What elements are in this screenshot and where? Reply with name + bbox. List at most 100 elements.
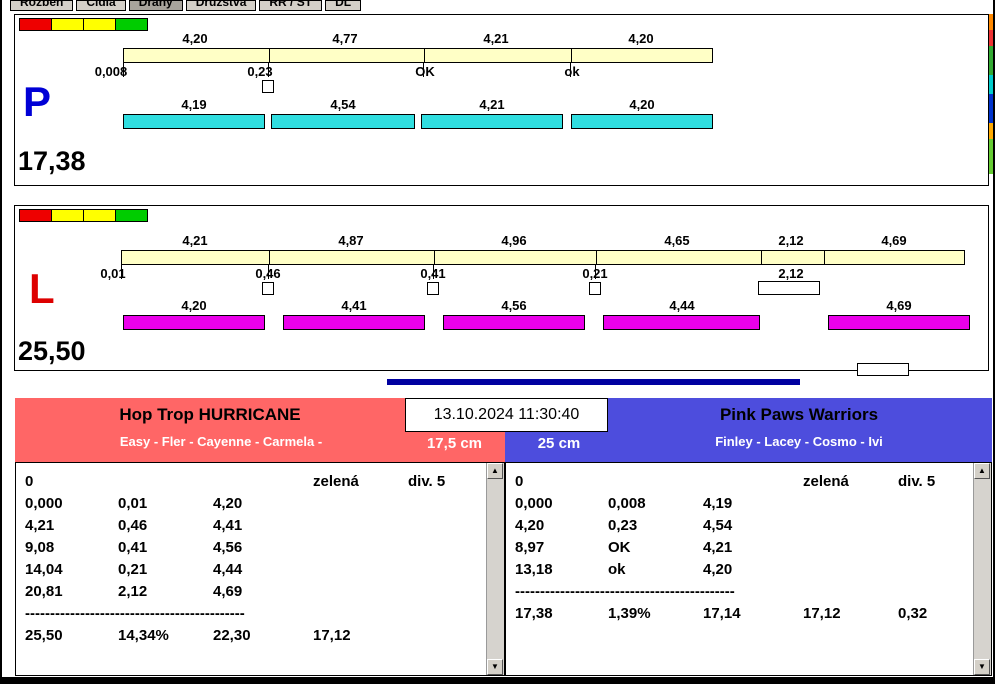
table-row: 0 zelená div. 5: [515, 471, 969, 493]
lane-letter: P: [23, 78, 52, 125]
tab-label: RR / ST: [269, 0, 313, 9]
light-red-icon: [19, 209, 52, 222]
table-row: 4,20 0,23 4,54: [515, 515, 969, 537]
split-time-label: 4,20: [628, 31, 654, 46]
split-time-label: 4,20: [182, 31, 208, 46]
change-value-label: 0,23: [247, 64, 273, 79]
cell: 0,21: [118, 561, 148, 578]
cell: 4,20: [515, 517, 545, 534]
table-row: 0 zelená div. 5: [25, 471, 482, 493]
tab-label: Čidla: [86, 0, 116, 9]
light-yellow-icon: [51, 18, 84, 31]
dog-time-label: 4,41: [341, 298, 367, 313]
cell: 0,000: [515, 495, 553, 512]
exchange-checkbox[interactable]: [589, 282, 601, 295]
split-time-label: 4,87: [338, 233, 364, 248]
tab-cidla[interactable]: Čidla: [76, 0, 126, 11]
segment-divider: [434, 251, 435, 264]
results-body: 0 zelená div. 5 0,000 0,008 4,19 4,20 0,…: [515, 471, 969, 625]
lane-p-panel: 4,20 4,77 4,21 4,20 0,008 0,23 OK ok 4,1…: [14, 14, 989, 186]
jump-height: 17,5 cm: [426, 435, 483, 452]
change-value-label: 0,008: [94, 64, 128, 79]
split-time-label: 4,96: [501, 233, 527, 248]
status-lights: [19, 209, 148, 222]
split-time-label: 4,77: [332, 31, 358, 46]
team-dogs: Finley - Lacey - Cosmo - Ivi: [715, 434, 883, 449]
split-time-label: 2,12: [778, 233, 804, 248]
tab-label: Družstva: [195, 0, 247, 9]
cell: 4,21: [703, 539, 733, 556]
cell: div. 5: [408, 473, 446, 490]
team-name: Hop Trop HURRICANE: [119, 405, 301, 424]
table-row: 9,08 0,41 4,56: [25, 537, 482, 559]
tab-drahy[interactable]: Dráhy: [128, 0, 183, 11]
team-name: Pink Paws Warriors: [719, 405, 879, 424]
separator-line: ----------------------------------------…: [25, 605, 245, 622]
cell: zelená: [803, 473, 849, 490]
tab-dl[interactable]: DL: [325, 0, 362, 11]
scroll-down-icon[interactable]: ▼: [487, 659, 503, 675]
exchange-checkbox[interactable]: [262, 282, 274, 295]
race-datetime: 13.10.2024 11:30:40: [405, 398, 608, 432]
segment-divider: [596, 251, 597, 264]
table-row: 4,21 0,46 4,41: [25, 515, 482, 537]
scroll-down-icon[interactable]: ▼: [974, 659, 990, 675]
cell: OK: [608, 539, 631, 556]
table-row: 20,81 2,12 4,69: [25, 581, 482, 603]
segment-divider: [269, 251, 270, 264]
cell: 8,97: [515, 539, 545, 556]
change-value-label: 2,12: [778, 266, 804, 281]
cell: 0: [25, 473, 34, 490]
split-time-label: 4,21: [182, 233, 208, 248]
split-time-label: 4,21: [483, 31, 509, 46]
change-value-label: 0,01: [100, 266, 126, 281]
lane-total-time: 25,50: [18, 336, 86, 366]
cell: 4,54: [703, 517, 733, 534]
tab-rozbeh[interactable]: Rozběh: [10, 0, 74, 11]
dog-time-bar: [123, 114, 265, 129]
jump-height: 25 cm: [537, 435, 581, 452]
lane-total-time: 17,38: [18, 146, 86, 176]
progress-bar: [387, 379, 800, 385]
status-lights: [19, 18, 148, 31]
tab-label: Dráhy: [138, 0, 173, 9]
change-value-label: 0,21: [582, 266, 608, 281]
cell: 22,30: [213, 627, 251, 644]
dog-time-label: 4,21: [479, 97, 505, 112]
dog-time-label: 4,69: [886, 298, 912, 313]
tab-bar: Rozběh Čidla Dráhy Družstva RR / ST DL: [10, 0, 364, 11]
segment-divider: [824, 251, 825, 264]
scroll-up-icon[interactable]: ▲: [487, 463, 503, 479]
cell: 17,12: [803, 605, 841, 622]
scrollbar[interactable]: ▲ ▼: [486, 463, 504, 675]
separator-line: ----------------------------------------…: [515, 583, 735, 600]
dog-time-bar: [828, 315, 970, 330]
timeline-bar: [121, 250, 965, 265]
dog-time-label: 4,20: [629, 97, 655, 112]
results-body: 0 zelená div. 5 0,000 0,01 4,20 4,21 0,4…: [25, 471, 482, 647]
cell: 4,56: [213, 539, 243, 556]
cell: 14,04: [25, 561, 63, 578]
timeline-bar: [123, 48, 713, 63]
dog-time-label: 4,44: [669, 298, 695, 313]
tab-label: DL: [335, 0, 352, 9]
light-yellow-icon: [83, 18, 116, 31]
cell: 13,18: [515, 561, 553, 578]
dog-time-label: 4,56: [501, 298, 527, 313]
results-table-left: 0 zelená div. 5 0,000 0,01 4,20 4,21 0,4…: [15, 462, 505, 676]
light-green-icon: [115, 18, 148, 31]
segment-divider: [424, 49, 425, 62]
scrollbar[interactable]: ▲ ▼: [973, 463, 991, 675]
change-value-label: 0,46: [255, 266, 281, 281]
cell: 0,46: [118, 517, 148, 534]
tab-rr-st[interactable]: RR / ST: [259, 0, 323, 11]
exchange-checkbox[interactable]: [427, 282, 439, 295]
dog-time-label: 4,20: [181, 298, 207, 313]
cell: 25,50: [25, 627, 63, 644]
light-yellow-icon: [51, 209, 84, 222]
exchange-checkbox[interactable]: [262, 80, 274, 93]
tab-druzstva[interactable]: Družstva: [185, 0, 257, 11]
dog-time-bar: [603, 315, 760, 330]
scroll-up-icon[interactable]: ▲: [974, 463, 990, 479]
separator-row: ----------------------------------------…: [25, 603, 482, 625]
